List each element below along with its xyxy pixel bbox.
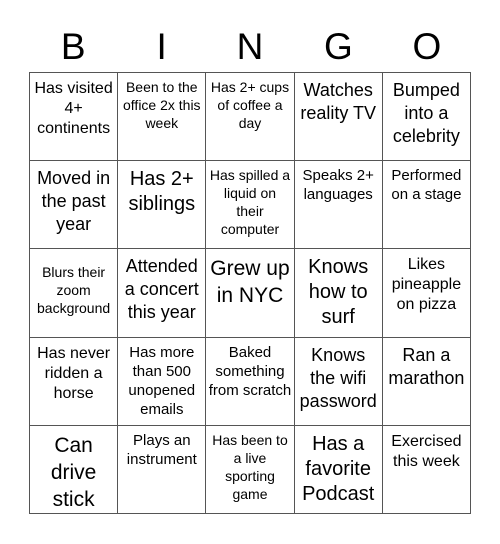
- cell-text: Been to the office 2x this week: [123, 79, 201, 131]
- bingo-cell[interactable]: Attended a concert this year: [118, 249, 207, 338]
- cell-text: Exercised this week: [391, 432, 462, 470]
- bingo-cell[interactable]: Ran a marathon: [382, 337, 471, 426]
- bingo-cell[interactable]: Has a favorite Podcast: [294, 425, 383, 514]
- bingo-cell[interactable]: Has visited 4+ continents: [30, 73, 119, 162]
- cell-text: Ran a marathon: [388, 344, 465, 388]
- bingo-cell[interactable]: Exercised this week: [382, 425, 471, 514]
- bingo-cell[interactable]: Has been to a live sporting game: [206, 425, 295, 514]
- bingo-cell[interactable]: Likes pineapple on pizza: [382, 249, 471, 338]
- bingo-cell[interactable]: Knows how to surf: [294, 249, 383, 338]
- header-letter-b: B: [60, 26, 86, 67]
- header-letter-g: G: [324, 26, 353, 67]
- cell-text: Attended a concert this year: [124, 256, 199, 323]
- cell-text: Has never ridden a horse: [37, 344, 111, 402]
- cell-text: Knows the wifi password: [299, 344, 377, 411]
- bingo-cell[interactable]: Watches reality TV: [294, 73, 383, 162]
- cell-text: Has been to a live sporting game: [212, 431, 288, 502]
- cell-text: Blurs their zoom background: [37, 264, 111, 317]
- cell-text: Can drive stick: [50, 433, 97, 511]
- bingo-cell[interactable]: Plays an instrument: [118, 425, 207, 514]
- cell-text: Has 2+ cups of coffee a day: [210, 79, 290, 131]
- bingo-board: Has visited 4+ continents Been to the of…: [29, 72, 471, 514]
- cell-text: Speaks 2+ languages: [302, 167, 374, 204]
- cell-text: Baked something from scratch: [208, 343, 292, 399]
- bingo-cell[interactable]: Blurs their zoom background: [30, 249, 119, 338]
- bingo-cell[interactable]: Performed on a stage: [382, 161, 471, 250]
- cell-text: Knows how to surf: [308, 256, 369, 329]
- cell-text: Has visited 4+ continents: [34, 80, 113, 137]
- bingo-cell[interactable]: Has spilled a liquid on their computer: [206, 161, 295, 250]
- bingo-cell[interactable]: Has 2+ cups of coffee a day: [206, 73, 295, 162]
- cell-text: Has a favorite Podcast: [302, 432, 375, 505]
- cell-text: Plays an instrument: [126, 431, 197, 468]
- bingo-cell[interactable]: Speaks 2+ languages: [294, 161, 383, 250]
- cell-text: Bumped into a celebrity: [392, 80, 460, 146]
- bingo-cell[interactable]: Been to the office 2x this week: [118, 73, 207, 162]
- bingo-cell[interactable]: Can drive stick: [30, 425, 119, 514]
- header-letter-n: N: [236, 26, 264, 67]
- bingo-cell[interactable]: Bumped into a celebrity: [382, 73, 471, 162]
- bingo-cell[interactable]: Knows the wifi password: [294, 337, 383, 426]
- cell-text: Watches reality TV: [300, 80, 377, 123]
- cell-text: Performed on a stage: [391, 167, 462, 204]
- bingo-cell[interactable]: Has more than 500 unopened emails: [118, 337, 207, 426]
- cell-text: Has more than 500 unopened emails: [128, 343, 196, 418]
- bingo-cell[interactable]: Has never ridden a horse: [30, 337, 119, 426]
- bingo-cell[interactable]: Baked something from scratch: [206, 337, 295, 426]
- cell-text: Has 2+ siblings: [128, 168, 196, 216]
- bingo-cell[interactable]: Moved in the past year: [30, 161, 119, 250]
- cell-text: Has spilled a liquid on their computer: [209, 167, 291, 238]
- bingo-header: B I N G O: [29, 22, 471, 72]
- header-letter-o: O: [412, 26, 442, 67]
- bingo-cell[interactable]: Grew up in NYC: [206, 249, 295, 338]
- bingo-cell[interactable]: Has 2+ siblings: [118, 161, 207, 250]
- cell-text: Grew up in NYC: [210, 257, 290, 308]
- cell-text: Likes pineapple on pizza: [391, 256, 462, 314]
- cell-text: Moved in the past year: [37, 168, 111, 235]
- header-letter-i: I: [156, 26, 167, 67]
